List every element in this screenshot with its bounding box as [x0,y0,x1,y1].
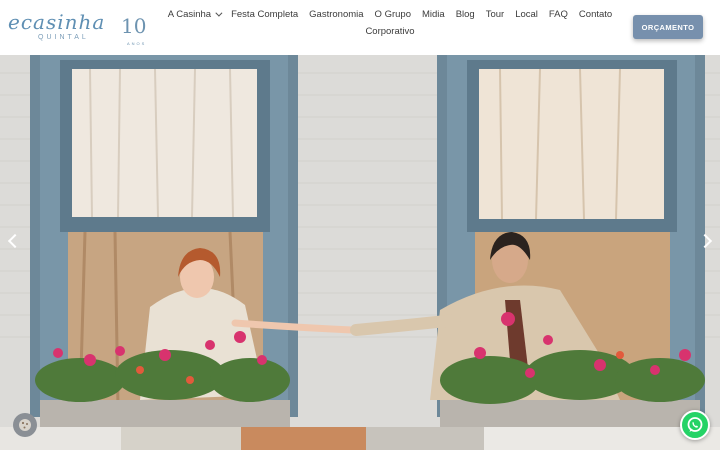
nav-item-gastronomia[interactable]: Gastronomia [309,8,363,21]
orcamento-button[interactable]: ORÇAMENTO [633,15,703,39]
chevron-right-icon[interactable] [699,231,715,251]
whatsapp-icon [687,417,703,432]
logo-years-label: ANOS [127,41,147,46]
nav-item-festa-completa[interactable]: Festa Completa [231,8,298,21]
site-header: ecasinha QUINTAL 10 ANOS A Casinha Festa… [0,0,720,55]
hero-slider [0,55,720,427]
nav-item-tour[interactable]: Tour [486,8,504,21]
nav-item-midia[interactable]: Midia [422,8,445,21]
nav-item-faq[interactable]: FAQ [549,8,568,21]
gallery-thumb[interactable] [366,427,484,450]
hero-image [0,55,720,427]
nav-item-corporativo[interactable]: Corporativo [365,25,414,38]
nav-item-blog[interactable]: Blog [456,8,475,21]
nav-item-a-casinha[interactable]: A Casinha [168,8,223,21]
gallery-thumb[interactable] [241,427,366,450]
gallery-strip [0,427,720,450]
nav-item-local[interactable]: Local [515,8,538,21]
cookie-icon [19,419,31,431]
nav-item-o-grupo[interactable]: O Grupo [375,8,411,21]
main-nav: A Casinha Festa Completa Gastronomia O G… [160,8,620,38]
nav-item-contato[interactable]: Contato [579,8,612,21]
chevron-left-icon[interactable] [5,231,21,251]
gallery-thumb[interactable] [121,427,241,450]
site-logo[interactable]: ecasinha QUINTAL 10 ANOS [8,10,148,46]
logo-subtitle: QUINTAL [38,34,89,41]
logo-years: 10 [121,14,147,38]
logo-script-text: ecasinha [8,10,106,34]
cookie-settings-button[interactable] [13,413,37,437]
whatsapp-button[interactable] [680,410,710,440]
chevron-down-icon [215,9,223,17]
